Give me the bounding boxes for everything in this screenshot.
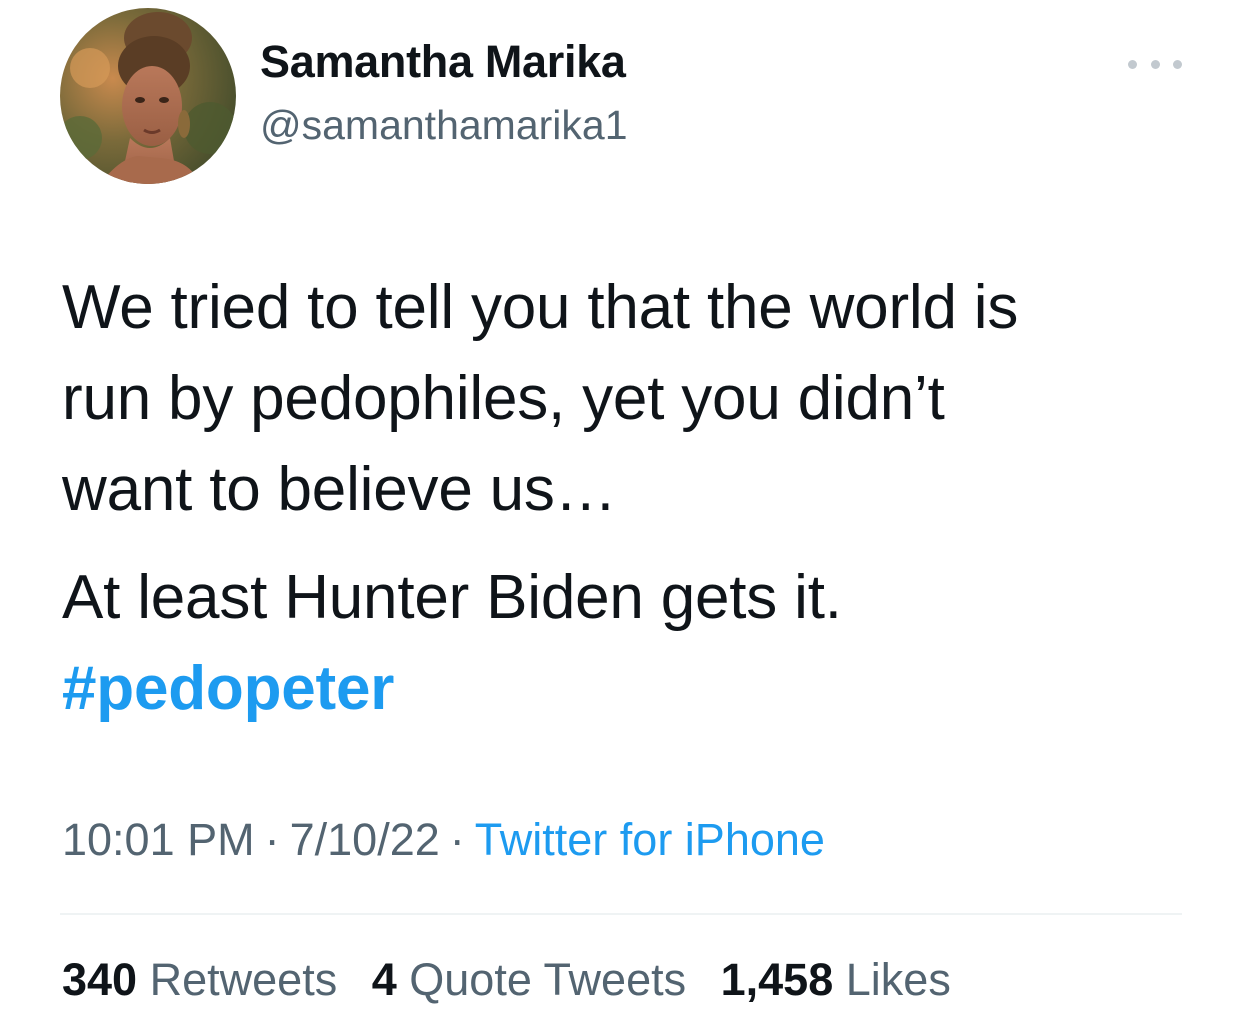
quote-tweets-label: Quote Tweets — [409, 954, 687, 1005]
likes-stat[interactable]: 1,458 Likes — [721, 954, 951, 1006]
divider — [60, 913, 1182, 915]
tweet-line: At least Hunter Biden gets it. — [62, 563, 842, 632]
tweet-line: want to believe us… — [62, 455, 617, 524]
meta-separator: · — [264, 814, 280, 865]
quote-tweets-stat[interactable]: 4 Quote Tweets — [372, 954, 686, 1006]
author-handle[interactable]: @samanthamarika1 — [260, 102, 628, 149]
tweet-stats: 340 Retweets 4 Quote Tweets 1,458 Likes — [62, 954, 973, 1006]
retweets-count: 340 — [62, 954, 138, 1005]
more-options-button[interactable] — [1128, 52, 1182, 76]
avatar[interactable] — [60, 8, 236, 184]
tweet-text: We tried to tell you that the world is r… — [62, 262, 1192, 734]
author-display-name[interactable]: Samantha Marika — [260, 36, 626, 88]
tweet-source-link[interactable]: Twitter for iPhone — [475, 814, 825, 865]
meta-separator: · — [449, 814, 465, 865]
tweet-meta: 10:01 PM · 7/10/22 · Twitter for iPhone — [62, 814, 825, 866]
more-dot-icon — [1173, 59, 1182, 69]
quote-tweets-count: 4 — [371, 954, 397, 1005]
tweet-paragraph-2: At least Hunter Biden gets it. #pedopete… — [62, 552, 1192, 734]
tweet-line: We tried to tell you that the world is — [62, 273, 1019, 342]
retweets-label: Retweets — [149, 954, 338, 1005]
tweet-time[interactable]: 10:01 PM — [62, 814, 255, 865]
likes-count: 1,458 — [720, 954, 834, 1005]
tweet-paragraph-1: We tried to tell you that the world is r… — [62, 262, 1192, 535]
hashtag-link[interactable]: #pedopeter — [62, 643, 1192, 734]
more-dot-icon — [1128, 59, 1137, 69]
avatar-image — [60, 8, 236, 184]
tweet-date[interactable]: 7/10/22 — [290, 814, 440, 865]
tweet-line: run by pedophiles, yet you didn’t — [62, 364, 945, 433]
likes-label: Likes — [845, 954, 951, 1005]
retweets-stat[interactable]: 340 Retweets — [62, 954, 337, 1006]
more-dot-icon — [1150, 59, 1160, 69]
